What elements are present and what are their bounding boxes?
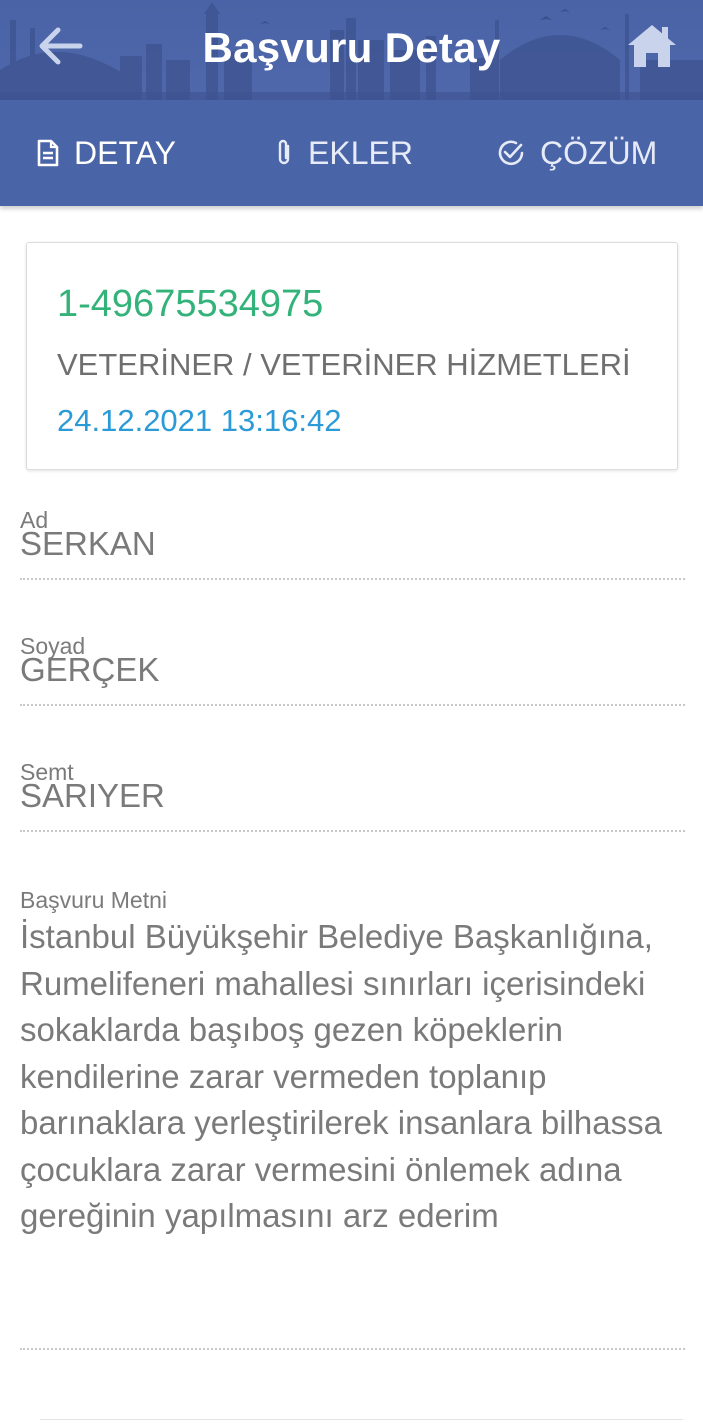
field-value: GERÇEK xyxy=(20,651,160,688)
home-button[interactable] xyxy=(620,16,684,76)
tab-label: DETAY xyxy=(74,134,176,171)
application-summary-card: 1-49675534975 VETERİNER / VETERİNER HİZM… xyxy=(26,242,678,470)
field-divider xyxy=(20,830,685,832)
tab-label: EKLER xyxy=(308,134,413,171)
paperclip-icon xyxy=(274,138,294,168)
divider xyxy=(40,1419,683,1420)
check-circle-icon xyxy=(496,138,526,168)
field-divider xyxy=(20,1348,685,1350)
field-ad: Ad SERKAN xyxy=(20,508,685,580)
tab-label: ÇÖZÜM xyxy=(540,134,658,171)
home-icon xyxy=(628,25,676,67)
application-text: İstanbul Büyükşehir Belediye Başkanlığın… xyxy=(20,918,662,1234)
tab-detay[interactable]: DETAY xyxy=(36,100,176,206)
document-icon xyxy=(36,139,60,167)
field-semt: Semt SARIYER xyxy=(20,760,685,832)
application-number: 1-49675534975 xyxy=(57,283,324,325)
application-category: VETERİNER / VETERİNER HİZMETLERİ xyxy=(57,347,631,382)
field-soyad: Soyad GERÇEK xyxy=(20,634,685,706)
page-title: Başvuru Detay xyxy=(202,24,501,71)
tab-bar: DETAY EKLER ÇÖZÜM xyxy=(0,100,703,206)
field-label: Başvuru Metni xyxy=(20,887,168,913)
field-basvuru-metni: Başvuru Metni İstanbul Büyükşehir Beledi… xyxy=(20,887,685,1350)
field-value: SARIYER xyxy=(20,777,165,814)
app-header: Başvuru Detay xyxy=(0,0,703,100)
tab-ekler[interactable]: EKLER xyxy=(274,100,413,206)
tab-cozum[interactable]: ÇÖZÜM xyxy=(496,100,657,206)
field-value: SERKAN xyxy=(20,525,156,562)
application-date: 24.12.2021 13:16:42 xyxy=(57,403,342,438)
field-divider xyxy=(20,578,685,580)
field-divider xyxy=(20,704,685,706)
